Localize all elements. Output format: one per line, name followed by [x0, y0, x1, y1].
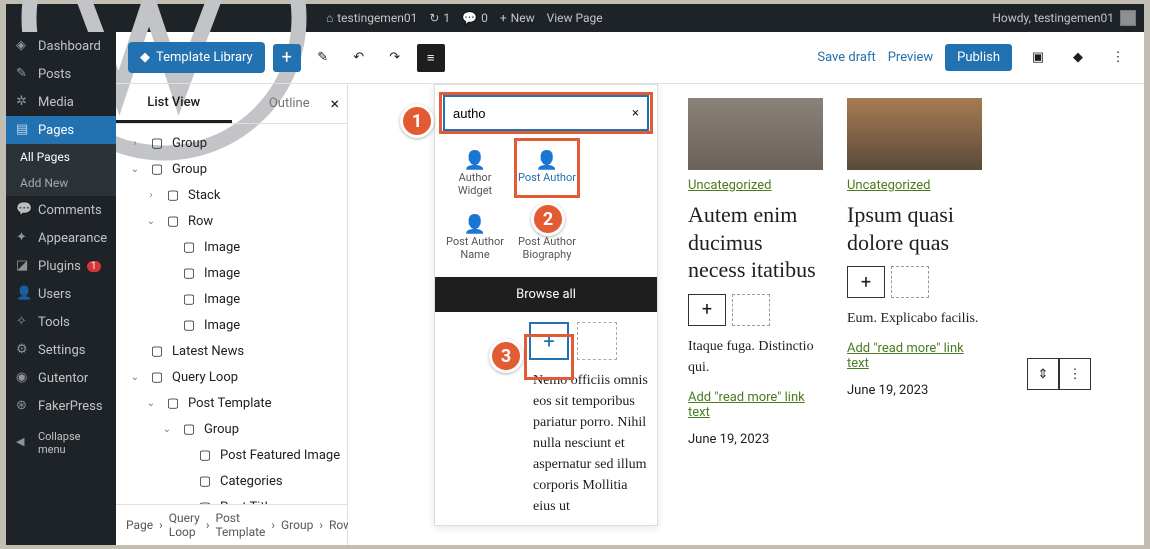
- tree-node[interactable]: ⌄▢Group: [116, 416, 347, 442]
- new-content[interactable]: + New: [500, 11, 535, 25]
- preview[interactable]: Preview: [888, 50, 933, 65]
- add-button[interactable]: +: [847, 266, 885, 298]
- callout-3: 3: [489, 339, 523, 373]
- save-draft[interactable]: Save draft: [817, 50, 875, 65]
- tree-node[interactable]: ▢Post Title: [116, 494, 347, 504]
- nav-all-pages[interactable]: All Pages: [6, 144, 116, 170]
- redo-button[interactable]: ↷: [381, 44, 409, 72]
- listview-toggle[interactable]: ≡: [417, 44, 445, 72]
- block-placeholder[interactable]: [577, 322, 617, 360]
- comments-count[interactable]: 💬 0: [462, 11, 488, 25]
- updates[interactable]: ↻ 1: [429, 11, 450, 25]
- tree-node[interactable]: ▢Categories: [116, 468, 347, 494]
- read-more-link[interactable]: Add "read more" link text: [688, 390, 823, 420]
- collapse-menu[interactable]: ◀Collapse menu: [6, 424, 116, 462]
- tree-node[interactable]: ▢Image: [116, 312, 347, 338]
- nav-tools[interactable]: ✧Tools: [6, 308, 116, 336]
- nav-settings[interactable]: ⚙Settings: [6, 336, 116, 364]
- breadcrumb[interactable]: Page › Query Loop › Post Template › Grou…: [116, 504, 347, 545]
- nav-gutentor[interactable]: ◉Gutentor: [6, 364, 116, 392]
- post-title: Autem enim ducimus necess itatibus: [688, 201, 823, 284]
- post-thumbnail: [688, 98, 823, 170]
- nav-dashboard[interactable]: ◈Dashboard: [6, 32, 116, 60]
- post-title: Ipsum quasi dolore quas: [847, 201, 982, 256]
- post-date: June 19, 2023: [688, 432, 823, 447]
- nav-users[interactable]: 👤Users: [6, 280, 116, 308]
- view-page[interactable]: View Page: [547, 11, 603, 25]
- nav-plugins[interactable]: ◪Plugins1: [6, 252, 116, 280]
- add-block-button[interactable]: +: [273, 44, 301, 72]
- site-name[interactable]: ⌂ testingemen01: [326, 11, 417, 25]
- avatar[interactable]: [1120, 10, 1136, 26]
- tree-node[interactable]: ⌄▢Row: [116, 208, 347, 234]
- callout-2: 2: [531, 202, 565, 236]
- nav-comments[interactable]: 💬Comments: [6, 196, 116, 224]
- undo-button[interactable]: ↶: [345, 44, 373, 72]
- post-excerpt: Itaque fuga. Distinctio qui.: [688, 336, 823, 378]
- tree-node[interactable]: ▢Post Featured Image: [116, 442, 347, 468]
- post-card: Uncategorized Ipsum quasi dolore quas + Eum…: [847, 98, 982, 447]
- clear-search-icon[interactable]: ×: [632, 106, 639, 121]
- gutentor-icon[interactable]: ◆: [1064, 44, 1092, 72]
- template-library-button[interactable]: ◆ Template Library: [128, 42, 265, 73]
- edit-tool[interactable]: ✎: [309, 44, 337, 72]
- nav-appearance[interactable]: ✦Appearance: [6, 224, 116, 252]
- nav-pages[interactable]: ▤Pages: [6, 116, 116, 144]
- nav-add-new[interactable]: Add New: [6, 170, 116, 196]
- howdy[interactable]: Howdy, testingemen01: [992, 11, 1114, 25]
- tree-node[interactable]: ›▢Stack: [116, 182, 347, 208]
- tree-node[interactable]: ›▢Group: [116, 130, 347, 156]
- tree-node[interactable]: ▢Latest News: [116, 338, 347, 364]
- sidebar-toggle[interactable]: ▣: [1024, 44, 1052, 72]
- move-handle[interactable]: ⇕: [1027, 358, 1059, 390]
- post-excerpt: Eum. Explicabo facilis.: [847, 308, 982, 329]
- add-block-inline[interactable]: +: [529, 322, 569, 360]
- nav-media[interactable]: ✲Media: [6, 88, 116, 116]
- block-options[interactable]: ⋮: [1059, 358, 1091, 390]
- tree-node[interactable]: ⌄▢Group: [116, 156, 347, 182]
- tab-listview[interactable]: List View: [116, 85, 232, 123]
- callout-1: 1: [400, 104, 434, 138]
- nav-fakerpress[interactable]: ⊛FakerPress: [6, 392, 116, 420]
- inserter-item[interactable]: 👤Post Author Name: [439, 205, 511, 269]
- options-menu[interactable]: ⋮: [1104, 44, 1132, 72]
- tree-node[interactable]: ▢Image: [116, 260, 347, 286]
- tree-node[interactable]: ▢Image: [116, 286, 347, 312]
- inserter-search[interactable]: ×: [443, 95, 649, 131]
- search-input[interactable]: [453, 106, 632, 121]
- tree-node[interactable]: ▢Image: [116, 234, 347, 260]
- publish-button[interactable]: Publish: [945, 44, 1012, 71]
- post-category[interactable]: Uncategorized: [688, 178, 771, 193]
- close-listview[interactable]: ×: [330, 94, 339, 113]
- tree-node[interactable]: ⌄▢Post Template: [116, 390, 347, 416]
- admin-sidebar: ◈Dashboard ✎Posts ✲Media ▤Pages All Page…: [6, 32, 116, 545]
- tree-node[interactable]: ⌄▢Query Loop: [116, 364, 347, 390]
- post-card: Uncategorized Autem enim ducimus necess i…: [688, 98, 823, 447]
- browse-all-button[interactable]: Browse all: [435, 277, 657, 312]
- post-category[interactable]: Uncategorized: [847, 178, 930, 193]
- excerpt-col1: Nemo officiis omnis eos sit temporibus p…: [435, 370, 657, 525]
- read-more-link[interactable]: Add "read more" link text: [847, 341, 982, 371]
- post-date: June 19, 2023: [847, 383, 982, 398]
- placeholder[interactable]: [732, 294, 770, 326]
- add-button[interactable]: +: [688, 294, 726, 326]
- inserter-item[interactable]: 👤Author Widget: [439, 141, 511, 205]
- placeholder[interactable]: [891, 266, 929, 298]
- post-thumbnail: [847, 98, 982, 170]
- block-inserter: × 👤Author Widget👤Post Author👤Post Author…: [434, 84, 658, 526]
- nav-posts[interactable]: ✎Posts: [6, 60, 116, 88]
- inserter-item[interactable]: 👤Post Author: [511, 141, 583, 205]
